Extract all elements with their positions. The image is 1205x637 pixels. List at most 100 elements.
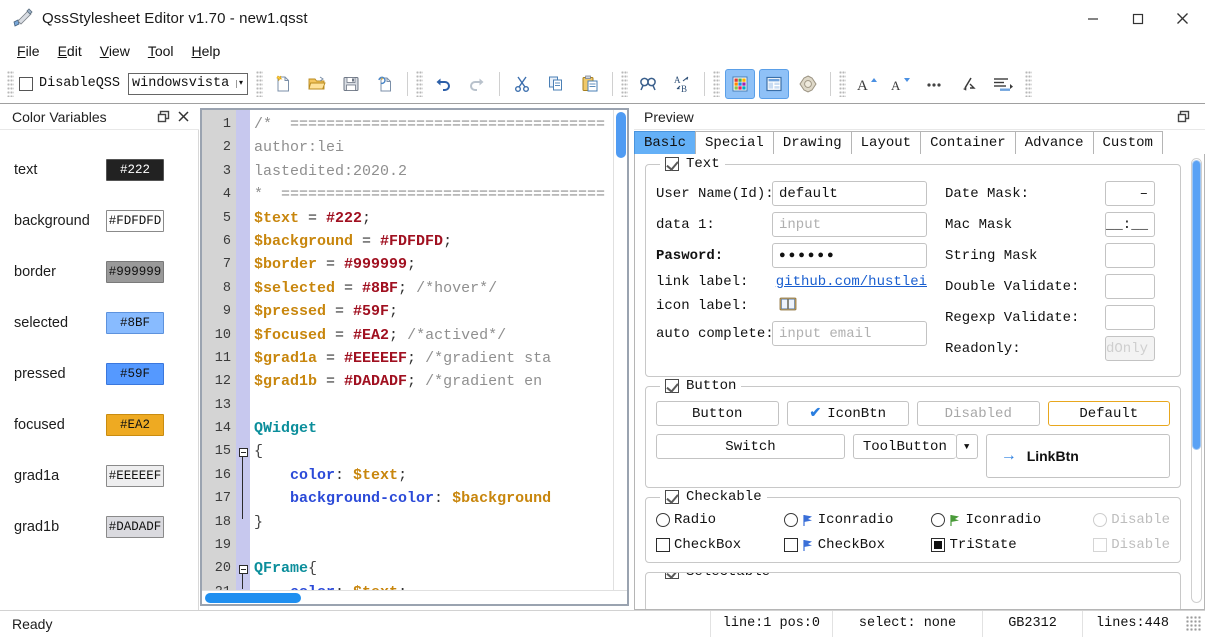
text-group-checkbox[interactable]	[665, 157, 679, 171]
save-as-icon[interactable]	[370, 69, 400, 99]
fold-collapse-icon[interactable]	[238, 447, 248, 457]
float-icon[interactable]	[153, 107, 173, 127]
theme-select[interactable]: windowsvista ▾	[128, 72, 249, 95]
code-line[interactable]: $pressed = #59F;	[250, 300, 627, 323]
code-line[interactable]: background-color: $background	[250, 487, 627, 510]
undo-icon[interactable]	[428, 69, 458, 99]
button-group-checkbox[interactable]	[665, 379, 679, 393]
code-editor[interactable]: 123456789101112131415161718192021 /* ===…	[200, 108, 629, 606]
code-line[interactable]: $text = #222;	[250, 207, 627, 230]
color-variable-swatch[interactable]: #59F	[106, 362, 164, 385]
redo-icon[interactable]	[462, 69, 492, 99]
code-line[interactable]: author:lei	[250, 136, 627, 159]
editor-vertical-scroll-thumb[interactable]	[616, 112, 626, 158]
mask-input[interactable]	[1105, 243, 1155, 268]
selectable-group-title[interactable]: Selectable	[660, 573, 776, 580]
code-line[interactable]: $focused = #EA2; /*actived*/	[250, 324, 627, 347]
color-variable-row[interactable]: grad1a #EEEEEF	[0, 450, 198, 501]
wrap-icon[interactable]	[953, 69, 983, 99]
color-variable-swatch[interactable]: #EA2	[106, 413, 164, 436]
code-line[interactable]: QWidget	[250, 417, 627, 440]
text-group-title[interactable]: Text	[660, 156, 725, 172]
new-file-icon[interactable]	[268, 69, 298, 99]
color-panel-icon[interactable]	[725, 68, 756, 99]
maximize-button[interactable]	[1115, 0, 1160, 38]
color-variable-row[interactable]: selected #8BF	[0, 297, 198, 348]
menu-tool[interactable]: Tool	[139, 40, 183, 62]
code-line[interactable]: }	[250, 511, 627, 534]
tab-special[interactable]: Special	[695, 131, 774, 154]
code-line[interactable]	[250, 394, 627, 417]
fold-toggle[interactable]	[236, 440, 250, 463]
menu-view[interactable]: View	[91, 40, 139, 62]
resize-grip[interactable]	[1186, 615, 1202, 632]
fold-toggle[interactable]	[236, 557, 250, 580]
replace-icon[interactable]: A B	[667, 69, 697, 99]
color-variable-swatch[interactable]: #8BF	[106, 311, 164, 334]
code-line[interactable]: $grad1a = #EEEEEF; /*gradient sta	[250, 347, 627, 370]
menu-edit[interactable]: Edit	[49, 40, 91, 62]
button-iconbtn[interactable]: ✔ IconBtn	[786, 401, 909, 426]
theme-icon[interactable]	[793, 69, 823, 99]
checkable-group-checkbox[interactable]	[665, 490, 679, 504]
code-line[interactable]: {	[250, 440, 627, 463]
menu-help[interactable]: Help	[183, 40, 230, 62]
mask-input[interactable]: __:__	[1105, 212, 1155, 237]
toolbar-grip-7[interactable]	[1025, 70, 1033, 97]
font-increase-icon[interactable]: A	[851, 69, 881, 99]
text-input[interactable]: input	[772, 212, 927, 237]
color-variable-row[interactable]: text #222	[0, 144, 198, 195]
toolbar-grip-6[interactable]	[839, 70, 847, 97]
text-input[interactable]: default	[772, 181, 927, 206]
disable-qss-checkbox[interactable]: DisableQSS	[17, 69, 122, 99]
editor-vertical-scrollbar[interactable]	[613, 110, 627, 590]
paste-icon[interactable]	[575, 69, 605, 99]
toolbar-grip[interactable]	[7, 70, 14, 97]
code-line[interactable]	[250, 534, 627, 557]
close-icon[interactable]	[173, 107, 193, 127]
code-line[interactable]: $grad1b = #DADADF; /*gradient en	[250, 370, 627, 393]
mask-input[interactable]	[1105, 274, 1155, 299]
color-variable-row[interactable]: background #FDFDFD	[0, 195, 198, 246]
fold-margin[interactable]	[236, 110, 250, 590]
close-button[interactable]	[1160, 0, 1205, 38]
float-icon[interactable]	[1173, 107, 1193, 127]
code-line[interactable]: $background = #FDFDFD;	[250, 230, 627, 253]
more-icon[interactable]	[919, 69, 949, 99]
open-file-icon[interactable]	[302, 69, 332, 99]
color-variable-swatch[interactable]: #DADADF	[106, 515, 164, 538]
radio-iconradio-1[interactable]: Iconradio	[783, 512, 932, 528]
color-variable-swatch[interactable]: #FDFDFD	[106, 209, 164, 232]
fold-toggle[interactable]	[236, 511, 250, 534]
save-file-icon[interactable]	[336, 69, 366, 99]
color-variable-row[interactable]: pressed #59F	[0, 348, 198, 399]
code-line[interactable]: $selected = #8BF; /*hover*/	[250, 277, 627, 300]
color-variable-row[interactable]: focused #EA2	[0, 399, 198, 450]
checkbox-tristate-2[interactable]: TriState	[931, 537, 1093, 553]
color-variable-swatch[interactable]: #222	[106, 158, 164, 181]
link-label[interactable]: github.com/hustlei	[772, 274, 927, 290]
tab-container[interactable]: Container	[920, 131, 1016, 154]
indent-icon[interactable]	[987, 69, 1017, 99]
color-variable-swatch[interactable]: #EEEEEF	[106, 464, 164, 487]
preview-panel-icon[interactable]	[759, 68, 790, 99]
button-button[interactable]: Button	[656, 401, 779, 426]
button-switch[interactable]: Switch	[656, 434, 846, 459]
checkbox-checkbox-1[interactable]: CheckBox	[783, 537, 932, 553]
mask-input[interactable]: –	[1105, 181, 1155, 206]
tab-basic[interactable]: Basic	[634, 131, 697, 154]
checkable-group-title[interactable]: Checkable	[660, 489, 767, 505]
text-input[interactable]: input email	[772, 321, 927, 346]
editor-horizontal-scrollbar[interactable]	[202, 590, 627, 604]
copy-icon[interactable]	[541, 69, 571, 99]
code-line[interactable]: /* ===================================	[250, 113, 627, 136]
tab-layout[interactable]: Layout	[850, 131, 922, 154]
tab-advance[interactable]: Advance	[1014, 131, 1094, 154]
find-icon[interactable]	[633, 69, 663, 99]
menu-file[interactable]: File	[8, 40, 49, 62]
code-line[interactable]: QFrame{	[250, 557, 627, 580]
cut-icon[interactable]	[507, 69, 537, 99]
tab-drawing[interactable]: Drawing	[772, 131, 852, 154]
button-group-title[interactable]: Button	[660, 378, 742, 394]
selectable-group-checkbox[interactable]	[665, 573, 679, 579]
